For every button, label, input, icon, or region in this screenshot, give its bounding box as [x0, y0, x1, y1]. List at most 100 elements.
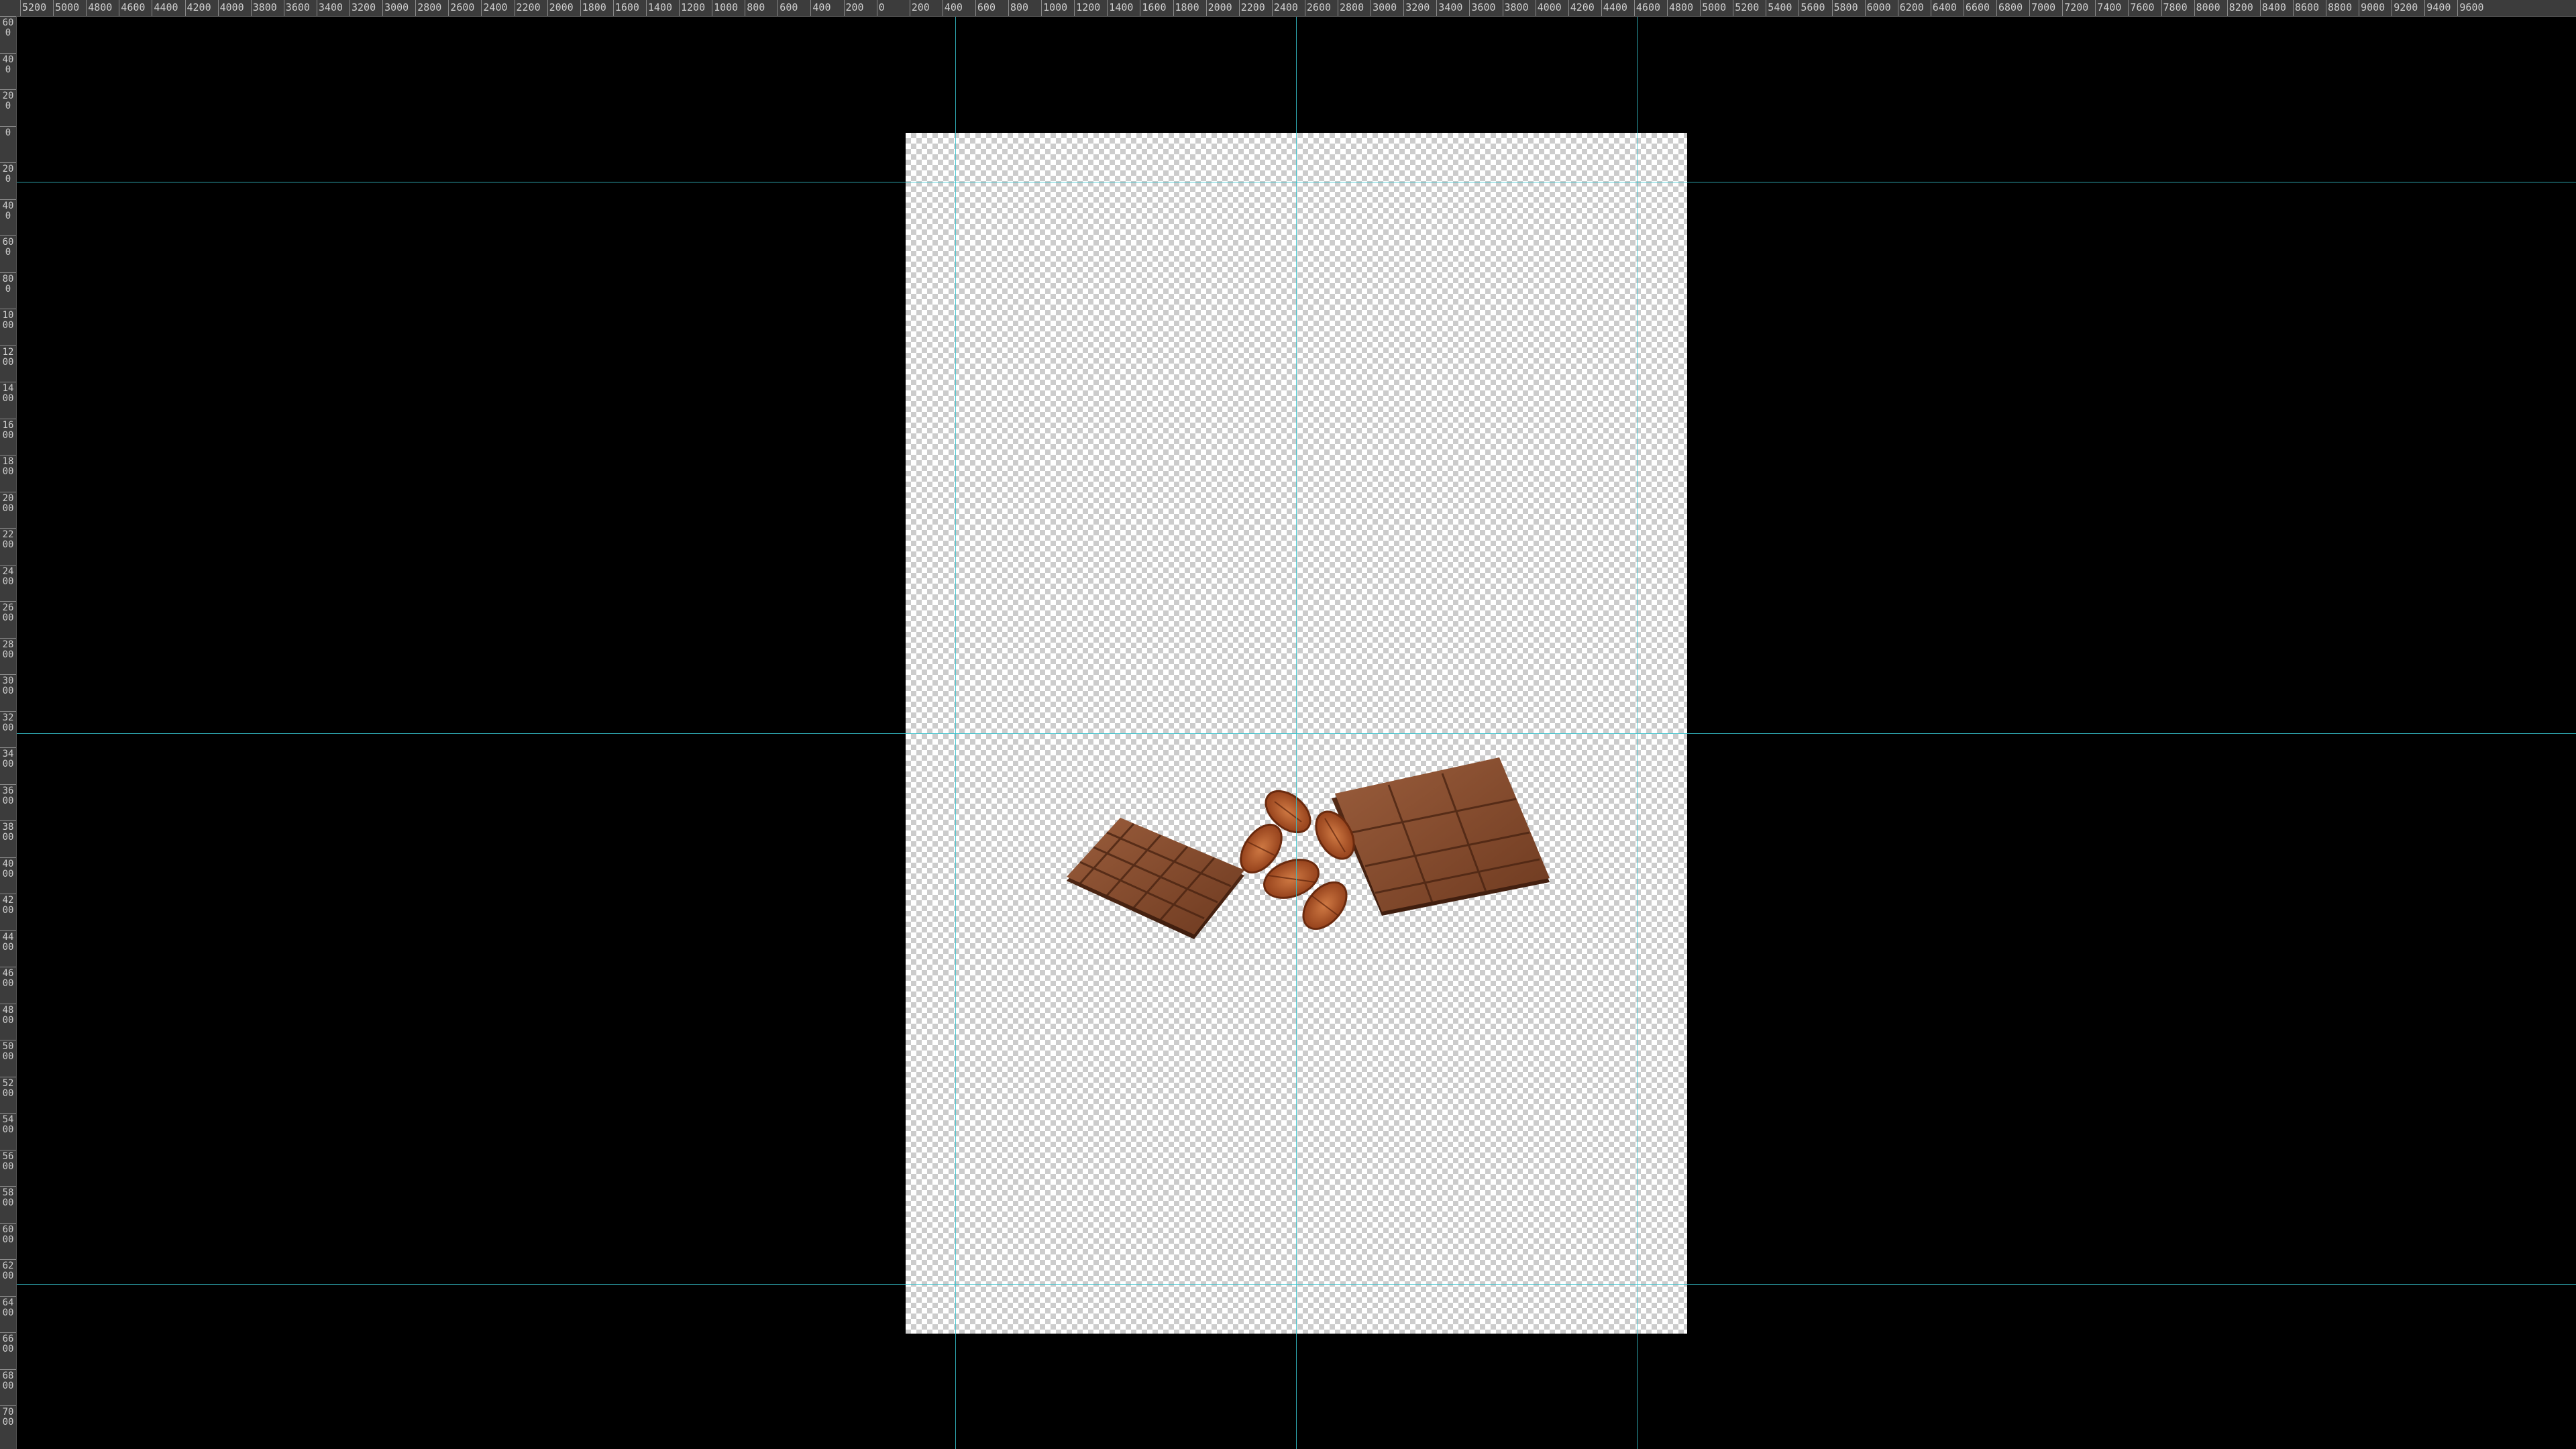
ruler-tick-label: 1200 [681, 1, 706, 13]
ruler-tick-label: 1800 [2, 456, 14, 477]
ruler-tick-label: 2200 [1240, 1, 1265, 13]
left-chocolate-bar [1067, 818, 1244, 939]
ruler-tick-label: 0 [878, 1, 885, 13]
horizontal-ruler[interactable]: 5200 5000 4800 4600 4400 4200 4000 3800 3600 3400… [0, 0, 2576, 17]
ruler-tick [0, 820, 16, 821]
ruler-tick-label: 7200 [2064, 1, 2089, 13]
ruler-tick-label: 9000 [2361, 1, 2385, 13]
ruler-tick [0, 1332, 16, 1333]
ruler-tick-label: 6000 [1866, 1, 1891, 13]
ruler-tick-label: 4800 [2, 1004, 14, 1026]
ruler-tick-label: 1000 [1043, 1, 1068, 13]
ruler-tick-label: 2800 [417, 1, 442, 13]
canvas-workspace[interactable]: 5200 5000 4800 4600 4400 4200 4000 3800 3600 3400… [0, 0, 2576, 1449]
ruler-tick-label: 3000 [384, 1, 409, 13]
ruler-tick [0, 528, 16, 529]
ruler-tick-label: 7800 [2163, 1, 2188, 13]
ruler-tick-label: 1200 [2, 346, 14, 368]
ruler-tick-label: 4200 [2, 895, 14, 916]
ruler-tick-label: 7000 [2031, 1, 2056, 13]
ruler-tick-label: 3800 [2, 822, 14, 843]
right-chocolate-bar [1332, 757, 1550, 916]
ruler-tick-label: 3400 [2, 749, 14, 769]
ruler-tick-label: 4400 [1603, 1, 1627, 13]
ruler-tick-label: 5200 [2, 1077, 14, 1099]
vertical-ruler[interactable]: 600 400 200 0 200 400 600 800 1000 1200 1400 1600 18… [0, 16, 17, 1449]
vertical-guide[interactable] [955, 16, 956, 1449]
ruler-tick-label: 3000 [2, 676, 14, 696]
horizontal-guide[interactable] [16, 1284, 2576, 1285]
ruler-tick-label: 5400 [2, 1114, 14, 1135]
ruler-tick-label: 800 [747, 1, 765, 13]
ruler-tick-label: 400 [2, 54, 14, 75]
ruler-tick [0, 930, 16, 931]
ruler-tick [0, 1186, 16, 1187]
ruler-tick-label: 3800 [1504, 1, 1529, 13]
ruler-tick [0, 1113, 16, 1114]
ruler-tick [0, 1259, 16, 1260]
ruler-tick-label: 5600 [1801, 1, 1825, 13]
ruler-tick-label: 1200 [1076, 1, 1101, 13]
ruler-tick-label: 5800 [1833, 1, 1858, 13]
ruler-tick-label: 5200 [1735, 1, 1760, 13]
ruler-tick-label: 200 [911, 1, 930, 13]
vertical-guide[interactable] [1296, 16, 1297, 1449]
ruler-tick-label: 2800 [1340, 1, 1364, 13]
ruler-tick-label: 4600 [2, 968, 14, 989]
ruler-tick-label: 400 [944, 1, 963, 13]
ruler-tick-label: 800 [1010, 1, 1029, 13]
ruler-tick [0, 345, 16, 346]
ruler-tick-label: 3600 [285, 1, 310, 13]
ruler-tick-label: 200 [2, 91, 14, 111]
ruler-tick-label: 5800 [2, 1187, 14, 1208]
ruler-tick-label: 2400 [2, 566, 14, 587]
vertical-guide[interactable] [1637, 16, 1638, 1449]
ruler-tick-label: 2600 [2, 602, 14, 623]
ruler-tick-label: 9200 [2394, 1, 2418, 13]
ruler-tick-label: 4800 [88, 1, 113, 13]
ruler-tick-label: 2000 [2, 492, 14, 514]
ruler-tick-label: 6400 [1932, 1, 1957, 13]
ruler-tick-label: 1400 [1109, 1, 1134, 13]
ruler-tick-label: 3800 [252, 1, 277, 13]
ruler-tick-label: 3200 [1405, 1, 1430, 13]
ruler-tick [0, 674, 16, 675]
ruler-tick-label: 3200 [2, 712, 14, 733]
ruler-tick-label: 4400 [154, 1, 178, 13]
ruler-tick-label: 2000 [1208, 1, 1232, 13]
ruler-tick-label: 4000 [1537, 1, 1562, 13]
ruler-tick-label: 400 [812, 1, 831, 13]
ruler-tick-label: 600 [2, 237, 14, 258]
ruler-tick-label: 4400 [2, 931, 14, 953]
ruler-tick-label: 1800 [582, 1, 606, 13]
ruler-tick-label: 1000 [2, 310, 14, 331]
ruler-tick [0, 564, 16, 566]
ruler-tick [0, 1295, 16, 1297]
ruler-tick-label: 1600 [614, 1, 639, 13]
ruler-tick-label: 2400 [1273, 1, 1298, 13]
ruler-tick-label: 4800 [1669, 1, 1694, 13]
ruler-tick-label: 5000 [55, 1, 80, 13]
ruler-tick-label: 2600 [450, 1, 475, 13]
ruler-tick-label: 7600 [2130, 1, 2155, 13]
horizontal-guide[interactable] [16, 733, 2576, 734]
ruler-tick-label: 0 [5, 127, 11, 138]
ruler-tick-label: 3400 [1438, 1, 1463, 13]
ruler-tick-label: 6800 [2, 1370, 14, 1391]
ruler-tick-label: 8000 [2196, 1, 2220, 13]
ruler-tick [0, 199, 16, 200]
chocolate-bars-with-pecans-icon[interactable] [1067, 735, 1570, 963]
ruler-tick-label: 800 [2, 273, 14, 294]
ruler-tick-label: 1600 [1142, 1, 1167, 13]
ruler-tick-label: 600 [2, 17, 14, 38]
ruler-origin-corner[interactable] [0, 0, 16, 16]
ruler-tick-label: 3600 [1471, 1, 1496, 13]
ruler-tick-label: 5400 [1768, 1, 1792, 13]
ruler-tick-label: 4600 [121, 1, 146, 13]
ruler-tick-label: 8800 [2328, 1, 2353, 13]
ruler-tick-label: 600 [780, 1, 798, 13]
ruler-tick-label: 9400 [2426, 1, 2451, 13]
ruler-tick-label: 5000 [1702, 1, 1727, 13]
ruler-tick-label: 5200 [22, 1, 47, 13]
ruler-tick [0, 710, 16, 712]
